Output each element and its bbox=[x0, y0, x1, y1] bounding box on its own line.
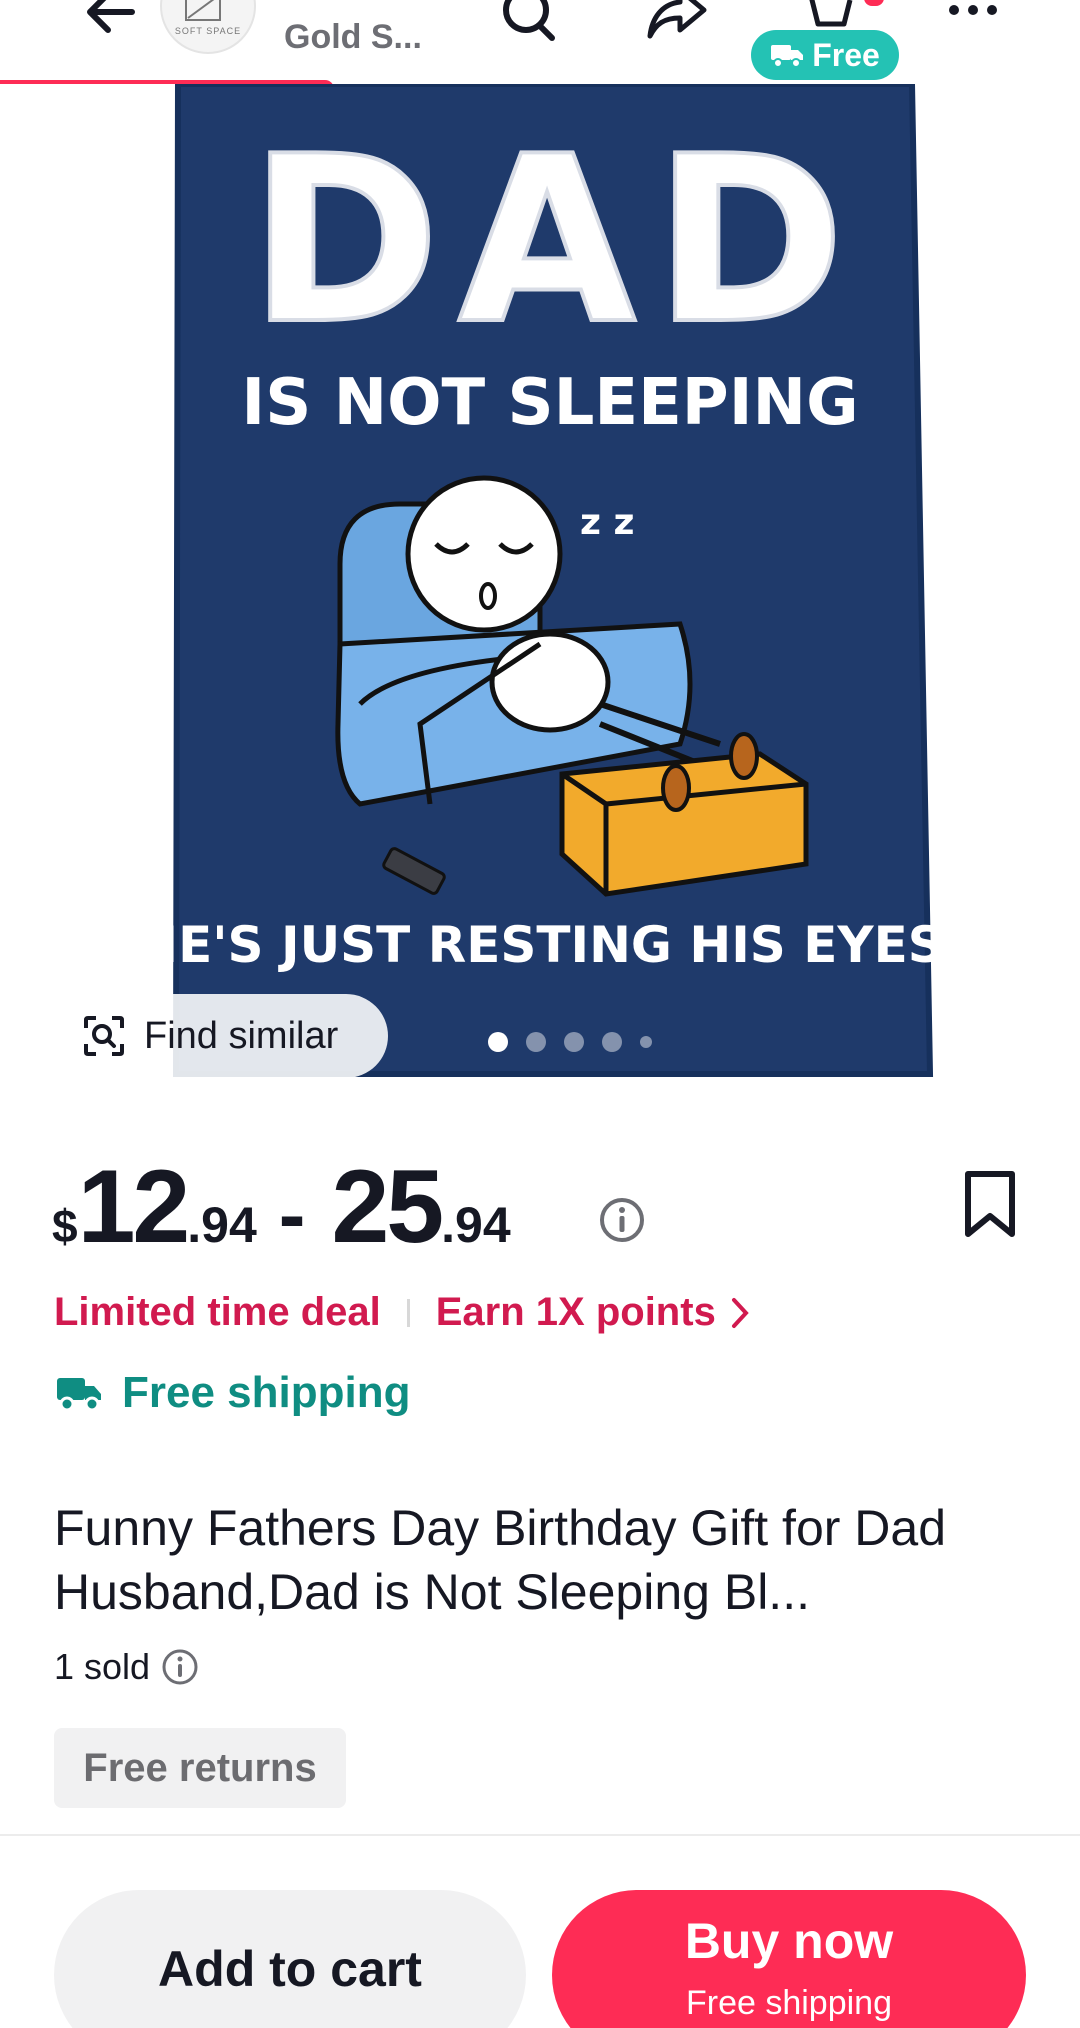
price-info-icon[interactable] bbox=[598, 1196, 646, 1244]
truck-icon bbox=[771, 45, 804, 68]
price-range: $ 12 .94 - 25 .94 bbox=[52, 1148, 511, 1265]
carousel-dot[interactable] bbox=[488, 1032, 508, 1052]
add-to-cart-label: Add to cart bbox=[158, 1941, 422, 1997]
chevron-right-icon[interactable] bbox=[730, 1296, 750, 1330]
sold-info-icon[interactable] bbox=[160, 1647, 200, 1687]
bottom-bar-divider bbox=[0, 1834, 1080, 1836]
product-image-carousel[interactable]: DAD IS NOT SLEEPING z z HE'S JUST RESTIN… bbox=[0, 84, 1080, 1078]
earn-points-link[interactable]: Earn 1X points bbox=[436, 1290, 716, 1335]
buy-now-button[interactable]: Buy now Free shipping bbox=[552, 1890, 1026, 2028]
free-pill-label: Free bbox=[812, 36, 880, 73]
top-bar: SOFT SPACE Gold S... Free bbox=[0, 0, 1080, 84]
blanket-headline: DAD bbox=[249, 108, 863, 375]
carousel-dot[interactable] bbox=[602, 1032, 622, 1052]
add-to-cart-button[interactable]: Add to cart bbox=[54, 1890, 526, 2028]
shipping-row[interactable]: Free shipping bbox=[56, 1368, 410, 1418]
carousel-dots bbox=[0, 1032, 1080, 1052]
blanket-footer-text: HE'S JUST RESTING HIS EYES bbox=[136, 916, 944, 974]
price-low-cents: .94 bbox=[187, 1197, 257, 1253]
price-high-whole: 25 bbox=[331, 1149, 444, 1265]
promo-divider bbox=[406, 1298, 410, 1327]
price-high-cents: .94 bbox=[441, 1197, 511, 1253]
carousel-dot[interactable] bbox=[526, 1032, 546, 1052]
product-photo: DAD IS NOT SLEEPING z z HE'S JUST RESTIN… bbox=[136, 84, 944, 1077]
price-currency: $ bbox=[52, 1200, 78, 1252]
store-avatar[interactable]: SOFT SPACE bbox=[160, 0, 256, 54]
free-shipping-pill: Free bbox=[751, 30, 899, 80]
back-arrow-icon[interactable] bbox=[78, 0, 142, 50]
carousel-dot[interactable] bbox=[640, 1036, 652, 1048]
free-shipping-label: Free shipping bbox=[122, 1368, 411, 1417]
product-title[interactable]: Funny Fathers Day Birthday Gift for Dad … bbox=[54, 1496, 1044, 1624]
bookmark-icon[interactable] bbox=[962, 1170, 1018, 1240]
store-logo-text: SOFT SPACE bbox=[174, 26, 242, 36]
price-low-whole: 12 bbox=[77, 1149, 191, 1265]
promo-row: Limited time deal Earn 1X points bbox=[54, 1290, 750, 1335]
store-name[interactable]: Gold S... bbox=[284, 18, 422, 57]
carousel-dot[interactable] bbox=[564, 1032, 584, 1052]
price-separator: - bbox=[278, 1170, 306, 1259]
free-returns-chip[interactable]: Free returns bbox=[54, 1728, 346, 1808]
buy-now-label: Buy now bbox=[684, 1913, 894, 1969]
sold-count: 1 sold bbox=[54, 1646, 151, 1687]
search-icon[interactable] bbox=[496, 0, 562, 50]
blanket-zzz: z z bbox=[580, 502, 634, 543]
buy-now-subtext: Free shipping bbox=[685, 1984, 892, 2022]
cart-badge bbox=[864, 0, 884, 6]
more-icon[interactable] bbox=[940, 0, 1006, 50]
share-icon[interactable] bbox=[644, 0, 710, 50]
truck-icon bbox=[57, 1378, 101, 1412]
limited-deal-label[interactable]: Limited time deal bbox=[54, 1290, 381, 1335]
sold-count-row: 1 sold bbox=[54, 1646, 200, 1688]
blanket-subline: IS NOT SLEEPING bbox=[241, 366, 858, 440]
